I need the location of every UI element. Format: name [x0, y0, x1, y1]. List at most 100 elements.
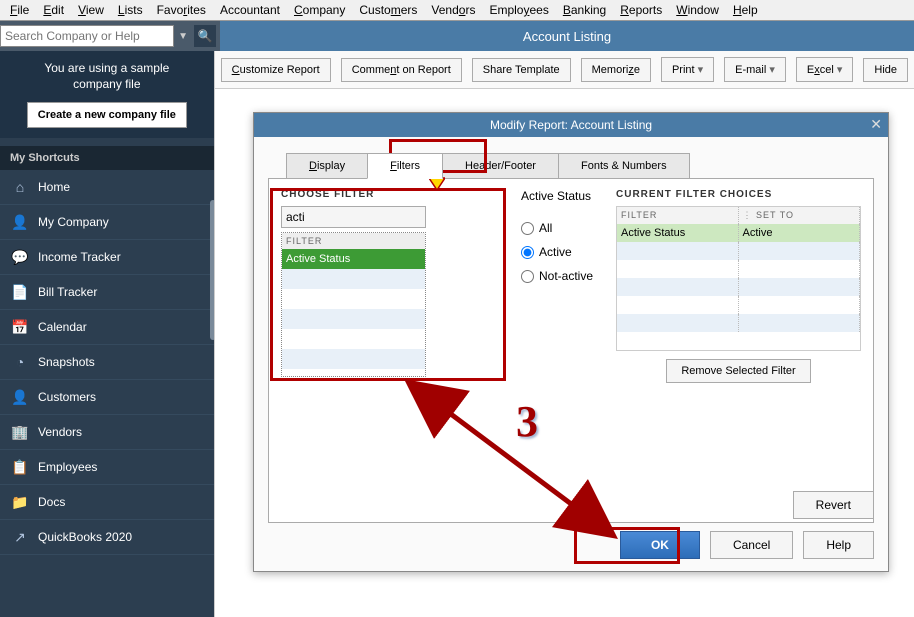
filter-row[interactable] [282, 309, 425, 329]
sidebar-item-docs[interactable]: 📁 Docs [0, 485, 214, 520]
menu-customers[interactable]: Customers [359, 3, 417, 17]
menu-bar: File Edit View Lists Favorites Accountan… [0, 0, 914, 21]
cf-row[interactable] [617, 314, 860, 332]
sidebar-item-employees[interactable]: 📋Employees [0, 450, 214, 485]
menu-reports[interactable]: Reports [620, 3, 662, 17]
print-button[interactable]: Print [661, 57, 714, 82]
menu-view[interactable]: View [78, 3, 104, 17]
share-template-button[interactable]: Share Template [472, 58, 571, 82]
sidebar-item-income[interactable]: 💬Income Tracker [0, 240, 214, 275]
sample-line2: company file [8, 77, 206, 93]
filter-list-header: FILTER [282, 233, 425, 249]
menu-company[interactable]: Company [294, 3, 345, 17]
search-dropdown-icon[interactable]: ▼ [174, 31, 192, 42]
help-button[interactable]: Help [803, 531, 874, 559]
sidebar-item-calendar[interactable]: 📅Calendar [0, 310, 214, 345]
modify-report-modal: Modify Report: Account Listing ✕ Display… [253, 112, 889, 572]
link-icon: ↗ [12, 529, 28, 545]
sidebar-item-snapshots[interactable]: ◔Snapshots [0, 345, 214, 380]
menu-favorites[interactable]: Favorites [157, 3, 206, 17]
sidebar-item-customers[interactable]: 👤 Customers [0, 380, 214, 415]
ok-button[interactable]: OK [620, 531, 700, 559]
customize-report-button[interactable]: Customize Report [221, 58, 331, 82]
docs-icon: 📁 [12, 494, 28, 510]
revert-button[interactable]: Revert [793, 491, 874, 519]
current-filter-choices: CURRENT FILTER CHOICES FILTER ⋮ SET TO A… [616, 189, 861, 383]
filter-row[interactable] [282, 289, 425, 309]
sidebar-item-mycompany[interactable]: 👤 My Company [0, 205, 214, 240]
filter-row[interactable] [282, 329, 425, 349]
filter-row-selected[interactable]: Active Status [282, 249, 425, 269]
tab-fonts[interactable]: Fonts & Numbers [558, 153, 690, 179]
company-icon: 👤 [12, 214, 28, 230]
hide-button[interactable]: Hide [863, 58, 908, 82]
cf-row[interactable] [617, 242, 860, 260]
sample-notice: You are using a sample company file Crea… [0, 51, 214, 138]
cf-cell-setto: Active [739, 224, 861, 242]
employees-icon: 📋 [12, 459, 28, 475]
tab-body: CHOOSE FILTER FILTER Active Status Activ… [268, 178, 874, 523]
menu-vendors[interactable]: Vendors [431, 3, 475, 17]
customers-icon: 👤 [12, 389, 28, 405]
tab-filters[interactable]: Filters [367, 153, 443, 179]
shortcuts-header: My Shortcuts [0, 146, 214, 170]
menu-employees[interactable]: Employees [489, 3, 548, 17]
filter-list[interactable]: FILTER Active Status [281, 232, 426, 377]
tab-display[interactable]: Display [286, 153, 368, 179]
radio-label: Active [539, 245, 572, 259]
excel-button[interactable]: Excel [796, 57, 853, 82]
sidebar: You are using a sample company file Crea… [0, 51, 214, 617]
menu-help[interactable]: Help [733, 3, 758, 17]
cf-row[interactable] [617, 296, 860, 314]
email-button[interactable]: E-mail [724, 57, 786, 82]
sidebar-item-label: Docs [38, 495, 65, 509]
filter-row[interactable] [282, 349, 425, 369]
modal-title-bar: Modify Report: Account Listing ✕ [254, 113, 888, 137]
sample-line1: You are using a sample [8, 61, 206, 77]
search-input[interactable] [0, 25, 174, 47]
menu-edit[interactable]: Edit [43, 3, 64, 17]
radio-label: All [539, 221, 552, 235]
menu-lists[interactable]: Lists [118, 3, 143, 17]
modal-button-row: OK Cancel Help [620, 531, 874, 559]
close-icon[interactable]: ✕ [870, 116, 882, 133]
create-company-button[interactable]: Create a new company file [27, 102, 187, 128]
current-filter-table[interactable]: FILTER ⋮ SET TO Active Status Active [616, 206, 861, 351]
cf-header-setto: ⋮ SET TO [739, 207, 861, 224]
cf-header: FILTER ⋮ SET TO [617, 207, 860, 224]
sidebar-item-label: Bill Tracker [38, 285, 97, 299]
sidebar-item-bill[interactable]: 📄 Bill Tracker [0, 275, 214, 310]
cf-row-selected[interactable]: Active Status Active [617, 224, 860, 242]
sidebar-item-label: Customers [38, 390, 96, 404]
tab-header-footer[interactable]: Header/Footer [442, 153, 559, 179]
current-filter-label: CURRENT FILTER CHOICES [616, 189, 861, 200]
menu-accountant[interactable]: Accountant [220, 3, 280, 17]
menu-banking[interactable]: Banking [563, 3, 606, 17]
cancel-button[interactable]: Cancel [710, 531, 793, 559]
memorize-button[interactable]: Memorize [581, 58, 651, 82]
remove-filter-button[interactable]: Remove Selected Filter [666, 359, 810, 383]
cf-row[interactable] [617, 260, 860, 278]
bill-icon: 📄 [12, 284, 28, 300]
sidebar-item-label: My Company [38, 215, 109, 229]
search-button[interactable]: 🔍 [194, 25, 216, 47]
sidebar-item-vendors[interactable]: 🏢Vendors [0, 415, 214, 450]
sidebar-item-qb2020[interactable]: ↗QuickBooks 2020 [0, 520, 214, 555]
sidebar-item-label: Snapshots [38, 355, 95, 369]
search-icon: 🔍 [198, 29, 213, 43]
sidebar-item-label: Vendors [38, 425, 82, 439]
sidebar-item-label: Income Tracker [38, 250, 121, 264]
menu-file[interactable]: File [10, 3, 29, 17]
modal-tabs: Display Filters Header/Footer Fonts & Nu… [286, 153, 888, 179]
menu-window[interactable]: Window [676, 3, 719, 17]
filter-row[interactable] [282, 269, 425, 289]
sidebar-item-home[interactable]: ⌂Home [0, 170, 214, 205]
report-toolbar: Customize Report Comment on Report Share… [215, 51, 914, 89]
radio-label: Not-active [539, 269, 593, 283]
sidebar-item-label: Home [38, 180, 70, 194]
window-title: Account Listing [220, 21, 914, 51]
comment-button[interactable]: Comment on Report [341, 58, 462, 82]
filter-search-input[interactable] [281, 206, 426, 228]
cf-row[interactable] [617, 278, 860, 296]
search-container: ▼ 🔍 [0, 21, 220, 51]
